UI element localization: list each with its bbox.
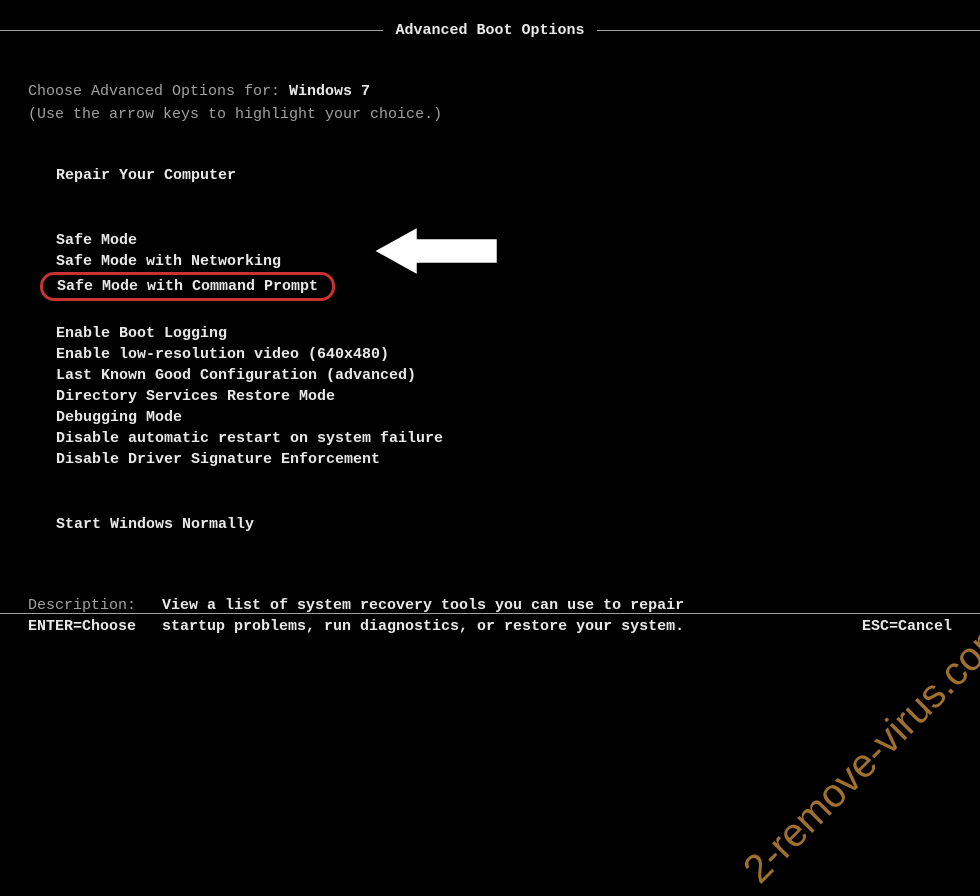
menu-repair-computer[interactable]: Repair Your Computer [52,165,240,186]
footer-esc-hint: ESC=Cancel [862,616,952,635]
menu-last-known-good[interactable]: Last Known Good Configuration (advanced) [52,365,420,386]
footer-enter-hint: ENTER=Choose [28,616,136,635]
menu-dsrm[interactable]: Directory Services Restore Mode [52,386,339,407]
menu-boot-logging[interactable]: Enable Boot Logging [52,323,231,344]
menu-safe-mode[interactable]: Safe Mode [52,230,141,251]
boot-menu: Repair Your Computer Safe Mode Safe Mode… [28,165,952,535]
hint-text: (Use the arrow keys to highlight your ch… [28,104,952,125]
menu-debugging[interactable]: Debugging Mode [52,407,186,428]
divider-left [0,30,383,31]
menu-start-normally[interactable]: Start Windows Normally [52,514,258,535]
choose-prefix: Choose Advanced Options for: [28,83,289,100]
footer-bar: ENTER=Choose ESC=Cancel [0,613,980,635]
boot-options-screen: Advanced Boot Options Choose Advanced Op… [0,0,980,650]
menu-safe-mode-networking[interactable]: Safe Mode with Networking [52,251,285,272]
menu-safe-mode-cmd-selected[interactable]: Safe Mode with Command Prompt [40,272,335,301]
divider-right [597,30,980,31]
os-name: Windows 7 [289,83,370,100]
menu-disable-auto-restart[interactable]: Disable automatic restart on system fail… [52,428,447,449]
choose-os-line: Choose Advanced Options for: Windows 7 [28,81,952,102]
menu-low-res-video[interactable]: Enable low-resolution video (640x480) [52,344,393,365]
page-title: Advanced Boot Options [383,20,596,41]
menu-disable-driver-sig[interactable]: Disable Driver Signature Enforcement [52,449,384,470]
title-bar: Advanced Boot Options [0,20,980,41]
